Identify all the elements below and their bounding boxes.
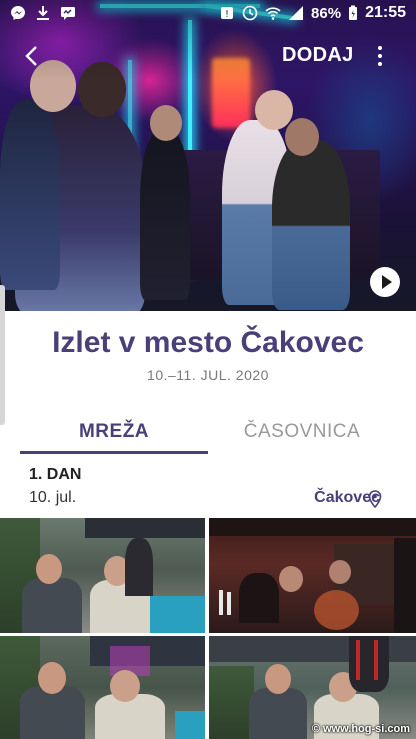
photo-thumbnail[interactable] [0, 636, 205, 739]
guest-head [255, 90, 293, 130]
photo-thumbnail[interactable] [209, 518, 416, 633]
dancer-man [0, 100, 60, 290]
guest-woman-dark [272, 140, 350, 310]
svg-text:!: ! [225, 9, 229, 20]
battery-percent: 86% [311, 4, 342, 22]
download-icon [37, 6, 49, 20]
battery-icon [349, 5, 358, 20]
status-bar: ! 86% 21:55 [0, 0, 416, 28]
cover-photo[interactable] [0, 0, 416, 311]
location-pin-icon[interactable] [368, 490, 382, 508]
wifi-icon [265, 7, 281, 20]
guest-head [150, 105, 182, 141]
tab-grid[interactable]: MREŽA [20, 408, 208, 454]
selected-tab-indicator [20, 451, 208, 454]
play-icon[interactable] [370, 267, 400, 297]
story-dates: 10.–11. JUL. 2020 [147, 367, 269, 383]
message-icon [61, 7, 75, 20]
photo-thumbnail[interactable]: © www.hog-si.com [209, 636, 416, 739]
guest-woman [140, 130, 190, 300]
watermark: © www.hog-si.com [311, 723, 410, 735]
story-title: Izlet v mesto Čakovec [52, 326, 364, 359]
photo-thumbnail[interactable] [0, 518, 205, 633]
guest-head [285, 118, 319, 156]
status-time: 21:55 [365, 4, 406, 21]
tab-timeline[interactable]: ČASOVNICA [208, 408, 396, 454]
messenger-icon [11, 6, 25, 20]
alarm-icon: ! [221, 7, 234, 20]
more-options-icon[interactable] [368, 42, 392, 70]
clock-icon [242, 5, 258, 21]
add-button[interactable]: DODAJ [282, 44, 354, 67]
day-date: 10. jul. [29, 489, 77, 506]
signal-icon [289, 6, 304, 20]
back-arrow-icon[interactable] [18, 42, 46, 70]
view-tabs: MREŽA ČASOVNICA [20, 408, 396, 454]
day-label: 1. DAN [29, 466, 82, 483]
